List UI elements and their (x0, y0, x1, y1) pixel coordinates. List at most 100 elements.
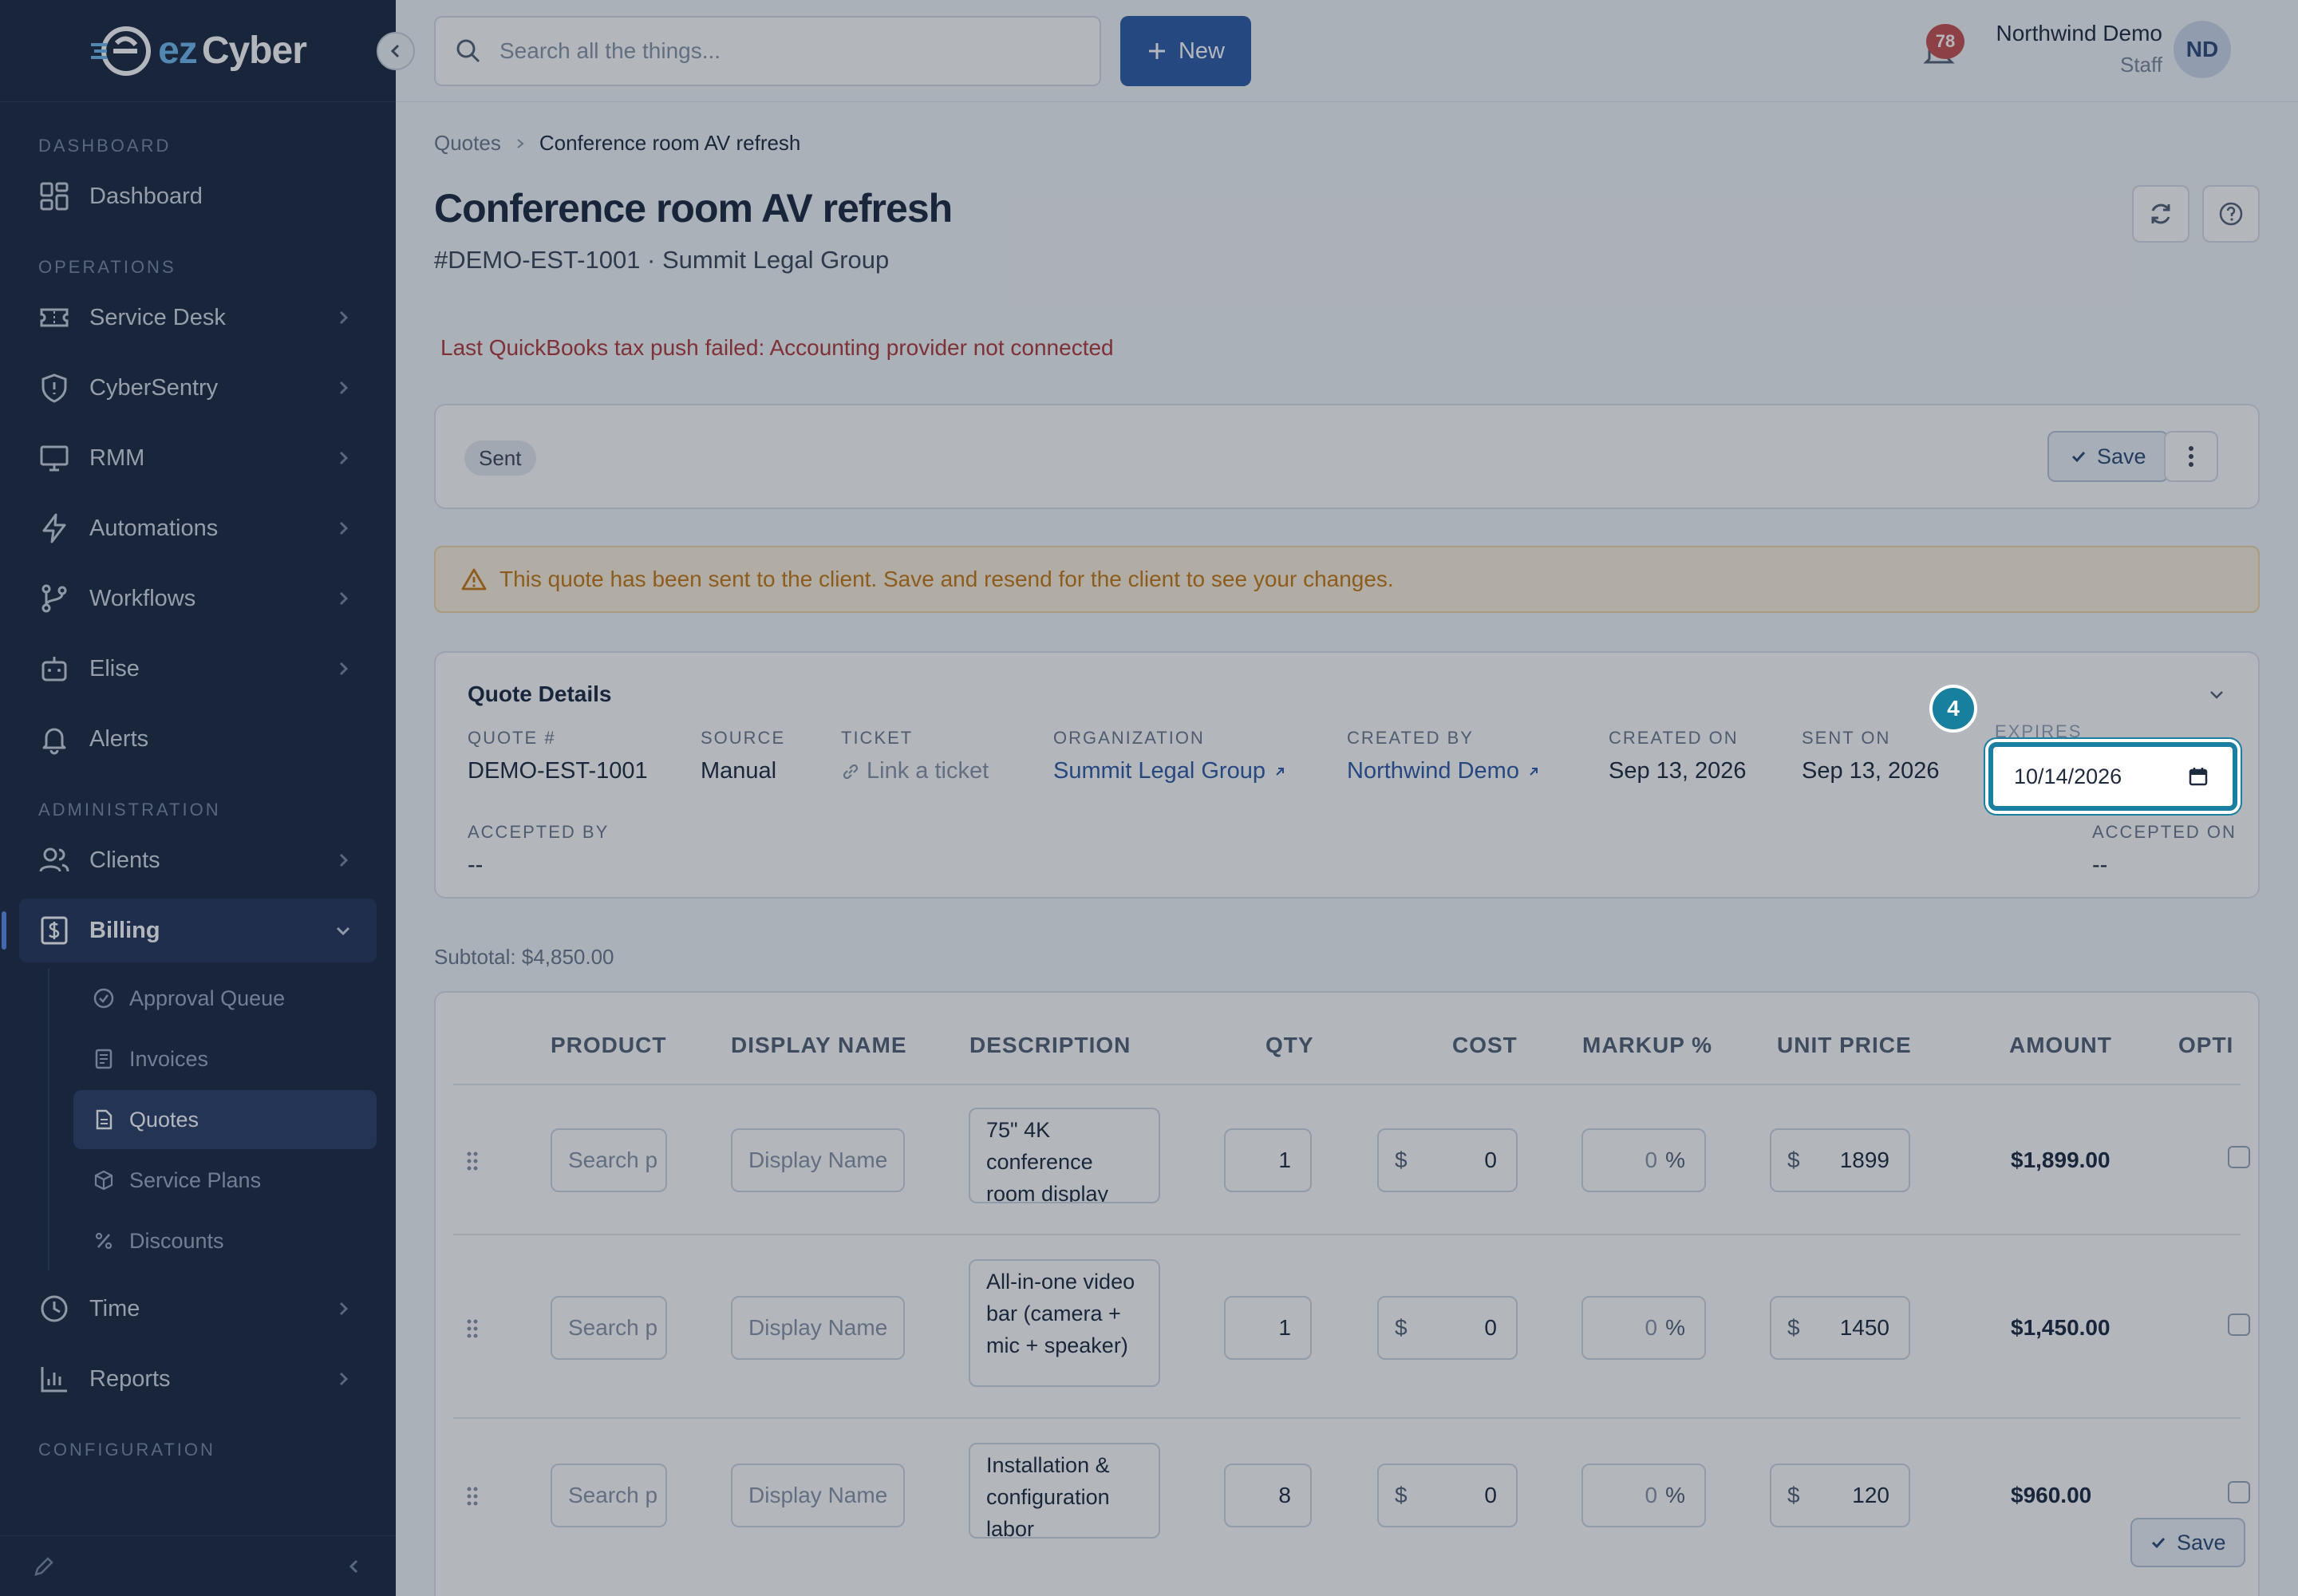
column-header-cost: COST (1452, 1033, 1518, 1057)
organization-link[interactable]: Summit Legal Group (1053, 758, 1286, 784)
collapse-sidebar-button[interactable] (377, 32, 415, 70)
display-name-input[interactable]: Display Name (731, 1128, 905, 1192)
pencil-icon[interactable] (32, 1555, 56, 1578)
user-menu[interactable]: Northwind Demo Staff (1996, 21, 2162, 77)
help-button[interactable] (2202, 185, 2260, 243)
check-circle-icon (93, 988, 114, 1009)
description-textarea[interactable]: Installation & configuration labor (969, 1443, 1160, 1539)
sidebar-item-billing[interactable]: Billing (2, 899, 377, 962)
status-bar-card: Sent Save (434, 404, 2260, 509)
drag-handle-icon[interactable] (464, 1484, 480, 1508)
chevron-left-icon (390, 44, 400, 58)
calendar-icon (2189, 768, 2208, 786)
sidebar-item-label: Service Desk (89, 304, 226, 330)
link-ticket-button[interactable]: Link a ticket (841, 758, 989, 784)
sidebar-item-automations[interactable]: Automations (0, 496, 377, 560)
save-button-label: Save (2097, 444, 2146, 468)
sidebar-item-label: Elise (89, 655, 140, 681)
app-logo[interactable]: ez Cyber (89, 26, 307, 77)
qty-input[interactable]: 8 (1224, 1464, 1312, 1527)
chevron-left-icon[interactable] (345, 1557, 364, 1576)
sidebar-item-dashboard[interactable]: Dashboard (0, 164, 377, 228)
chevron-down-icon[interactable] (2207, 685, 2226, 704)
cost-input[interactable]: $0 (1377, 1296, 1518, 1360)
optional-checkbox[interactable] (2228, 1481, 2250, 1503)
optional-checkbox[interactable] (2228, 1146, 2250, 1168)
sidebar-item-label: Workflows (89, 585, 196, 611)
avatar[interactable]: ND (2174, 21, 2231, 78)
sidebar-item-elise[interactable]: Elise (0, 637, 377, 701)
product-search-input[interactable]: Search p (551, 1128, 667, 1192)
unit-price-input[interactable]: $1450 (1770, 1296, 1910, 1360)
sidebar-item-service-plans[interactable]: Service Plans (73, 1151, 377, 1210)
bell-icon (42, 728, 66, 755)
sidebar-item-workflows[interactable]: Workflows (0, 567, 377, 630)
sidebar-item-reports[interactable]: Reports (0, 1347, 377, 1411)
save-button[interactable]: Save (2047, 431, 2169, 482)
created-by-link[interactable]: Northwind Demo (1347, 758, 1540, 784)
chevron-right-icon (339, 310, 349, 325)
sidebar-item-time[interactable]: Time (0, 1277, 377, 1341)
sidebar-item-clients[interactable]: Clients (0, 828, 377, 892)
display-name-input[interactable]: Display Name (731, 1464, 905, 1527)
search-input[interactable] (499, 38, 1058, 64)
more-options-button[interactable] (2164, 431, 2218, 482)
unit-price-value: 1450 (1839, 1315, 1889, 1340)
sub-item-label: Approval Queue (129, 986, 286, 1010)
drag-handle-icon[interactable] (464, 1317, 480, 1341)
description-textarea[interactable]: 75" 4K conference room display (969, 1108, 1160, 1203)
sidebar-item-discounts[interactable]: Discounts (73, 1211, 377, 1270)
markup-input[interactable]: 0% (1581, 1464, 1706, 1527)
chevron-right-icon (339, 451, 349, 465)
product-search-input[interactable]: Search p (551, 1464, 667, 1527)
sidebar-item-cybersentry[interactable]: CyberSentry (0, 356, 377, 420)
cost-input[interactable]: $0 (1377, 1128, 1518, 1192)
cost-value: 0 (1484, 1483, 1497, 1507)
sidebar-item-label: Automations (89, 515, 219, 541)
qty-input[interactable]: 1 (1224, 1296, 1312, 1360)
qty-input[interactable]: 1 (1224, 1128, 1312, 1192)
breadcrumb-parent[interactable]: Quotes (434, 131, 501, 156)
ticket-icon (40, 308, 69, 327)
field-value: DEMO-EST-1001 (468, 758, 648, 784)
new-button[interactable]: New (1120, 16, 1251, 86)
refresh-button[interactable] (2132, 185, 2189, 243)
sidebar-item-invoices[interactable]: Invoices (73, 1029, 377, 1088)
expires-date-input[interactable]: 10/14/2026 (1988, 742, 2237, 811)
cost-input[interactable]: $0 (1377, 1464, 1518, 1527)
optional-checkbox[interactable] (2228, 1314, 2250, 1336)
sidebar-item-quotes[interactable]: Quotes (73, 1090, 377, 1149)
line-amount: $1,899.00 (2011, 1148, 2110, 1172)
row-divider (453, 1234, 2241, 1235)
chevron-right-icon (339, 591, 349, 606)
cost-value: 0 (1484, 1148, 1497, 1172)
sidebar-item-service-desk[interactable]: Service Desk (0, 286, 377, 350)
percent-suffix: % (1665, 1148, 1685, 1172)
description-textarea[interactable]: All-in-one video bar (camera + mic + spe… (969, 1259, 1160, 1387)
unit-price-input[interactable]: $1899 (1770, 1128, 1910, 1192)
clock-icon (41, 1295, 68, 1322)
sidebar-item-approval-queue[interactable]: Approval Queue (73, 969, 377, 1028)
floating-save-button[interactable]: Save (2130, 1518, 2245, 1567)
sidebar-nav: DASHBOARD Dashboard OPERATIONS Service D… (0, 102, 396, 1460)
markup-input[interactable]: 0% (1581, 1296, 1706, 1360)
sidebar-item-label: Dashboard (89, 183, 203, 209)
markup-input[interactable]: 0% (1581, 1128, 1706, 1192)
product-search-input[interactable]: Search p (551, 1296, 667, 1360)
user-name: Northwind Demo (1996, 21, 2162, 45)
drag-handle-icon[interactable] (464, 1149, 480, 1173)
field-sent-on: SENT ON Sep 13, 2026 (1802, 728, 1940, 784)
users-icon (39, 847, 69, 872)
main-content: Quotes Conference room AV refresh Confer… (396, 102, 2298, 1596)
global-search[interactable] (434, 16, 1101, 86)
sidebar-item-label: Time (89, 1295, 140, 1321)
column-header-unit-price: UNIT PRICE (1777, 1033, 1912, 1057)
column-header-display-name: DISPLAY NAME (731, 1033, 907, 1057)
display-name-input[interactable]: Display Name (731, 1296, 905, 1360)
sidebar-item-rmm[interactable]: RMM (0, 426, 377, 490)
sidebar-item-alerts[interactable]: Alerts (0, 707, 377, 771)
sidebar-footer (0, 1535, 396, 1596)
warning-text: This quote has been sent to the client. … (499, 567, 1394, 591)
unit-price-input[interactable]: $120 (1770, 1464, 1910, 1527)
chevron-right-icon (339, 1302, 349, 1316)
